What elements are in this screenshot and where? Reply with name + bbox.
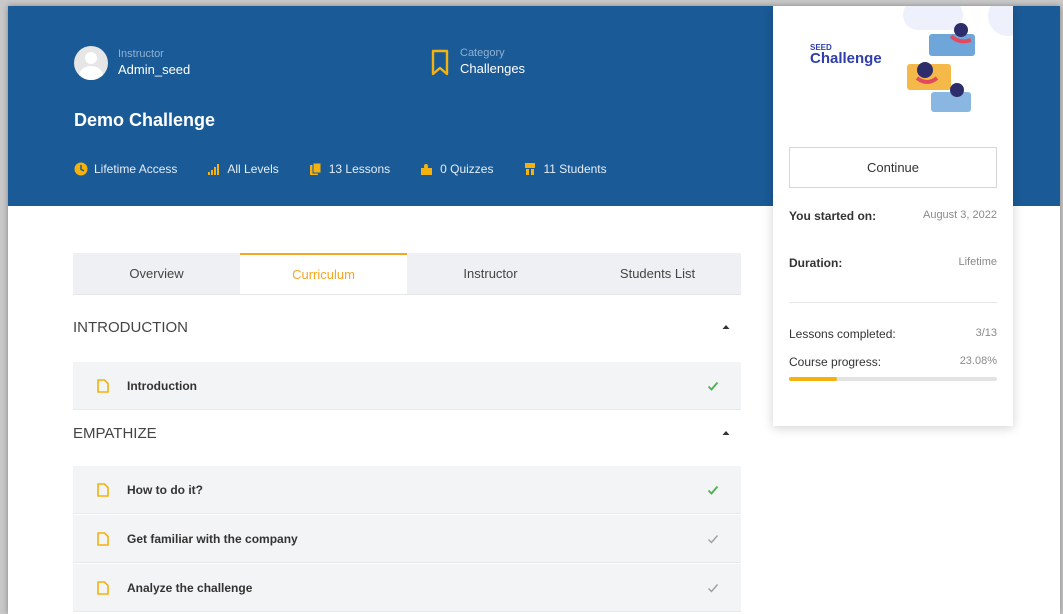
- progress-value: 23.08%: [959, 355, 997, 367]
- started-row: You started on: August 3, 2022: [789, 209, 997, 223]
- section-header[interactable]: EMPATHIZE: [73, 413, 741, 453]
- category-block[interactable]: Category Challenges: [430, 46, 525, 78]
- course-sidebar-card: SEED Challenge Continue You started on: …: [773, 6, 1013, 426]
- check-icon: [707, 381, 719, 391]
- divider: [789, 302, 997, 303]
- puzzle-icon: [421, 164, 433, 175]
- lesson-item[interactable]: How to do it?: [73, 466, 741, 514]
- clock-icon: [74, 162, 88, 176]
- lesson-item[interactable]: Introduction: [73, 362, 741, 410]
- tab-overview[interactable]: Overview: [73, 253, 240, 294]
- stat-quizzes-label: 0 Quizzes: [440, 162, 494, 176]
- category-value[interactable]: Challenges: [460, 60, 525, 78]
- lesson-item[interactable]: Get familiar with the company: [73, 515, 741, 563]
- stat-students: 11 Students: [523, 162, 607, 176]
- course-stats: Lifetime Access All Levels 13 Lessons 0 …: [74, 162, 637, 176]
- file-icon: [97, 378, 109, 393]
- duration-row: Duration: Lifetime: [789, 256, 997, 270]
- lessons-completed-label: Lessons completed:: [789, 327, 896, 341]
- instructor-label: Instructor: [118, 48, 164, 60]
- people-illustration: [907, 23, 975, 112]
- progress-label: Course progress:: [789, 355, 882, 369]
- graduation-icon: [525, 163, 536, 175]
- duration-value: Lifetime: [958, 256, 997, 268]
- section-title: EMPATHIZE: [73, 424, 157, 442]
- started-value: August 3, 2022: [922, 209, 997, 221]
- category-label: Category: [460, 47, 505, 59]
- stat-access-label: Lifetime Access: [94, 162, 178, 176]
- course-progress-fill: [789, 377, 837, 381]
- stat-access: Lifetime Access: [74, 162, 177, 176]
- lesson-title: Get familiar with the company: [127, 531, 298, 546]
- course-tabs: Overview Curriculum Instructor Students …: [73, 253, 741, 295]
- continue-button[interactable]: Continue: [789, 147, 997, 188]
- course-thumbnail: SEED Challenge: [773, 6, 1013, 136]
- avatar: [74, 46, 108, 80]
- check-icon: [708, 583, 719, 593]
- stat-lessons-label: 13 Lessons: [328, 162, 391, 176]
- lesson-title: Analyze the challenge: [127, 580, 253, 595]
- lesson-title: Introduction: [127, 378, 197, 393]
- copy-icon: [309, 162, 322, 175]
- tab-students-list[interactable]: Students List: [574, 253, 741, 294]
- lesson-item[interactable]: Analyze the challenge: [73, 564, 741, 612]
- instructor-name[interactable]: Admin_seed: [118, 61, 190, 79]
- signal-bars-icon: [208, 164, 220, 175]
- lessons-completed-row: Lessons completed: 3/13: [789, 327, 997, 341]
- check-icon: [707, 485, 719, 495]
- progress-row: Course progress: 23.08%: [789, 355, 997, 369]
- duration-label: Duration:: [789, 256, 843, 270]
- course-title: Demo Challenge: [74, 110, 216, 130]
- section-title: INTRODUCTION: [73, 318, 188, 336]
- page-frame: Instructor Admin_seed Category Challenge…: [8, 6, 1060, 614]
- instructor-block[interactable]: Instructor Admin_seed: [74, 46, 190, 80]
- lesson-title: How to do it?: [127, 482, 203, 497]
- stat-levels-label: All Levels: [227, 162, 279, 176]
- tab-curriculum[interactable]: Curriculum: [240, 253, 407, 294]
- tab-instructor[interactable]: Instructor: [407, 253, 574, 294]
- course-progress-bar: [789, 377, 997, 381]
- stat-lessons: 13 Lessons: [309, 162, 390, 176]
- caret-up-icon[interactable]: [721, 428, 731, 438]
- stat-levels: All Levels: [207, 162, 279, 176]
- section-header[interactable]: INTRODUCTION: [73, 307, 741, 347]
- stat-students-label: 11 Students: [543, 162, 607, 176]
- file-icon: [97, 580, 109, 595]
- lessons-completed-value: 3/13: [975, 327, 997, 339]
- stat-quizzes: 0 Quizzes: [420, 162, 493, 176]
- caret-up-icon[interactable]: [721, 322, 731, 332]
- file-icon: [97, 531, 109, 546]
- file-icon: [97, 482, 109, 497]
- thumbnail-title: Challenge: [810, 50, 882, 67]
- check-icon: [708, 534, 719, 544]
- bookmark-icon: [431, 49, 449, 76]
- started-label: You started on:: [789, 209, 877, 223]
